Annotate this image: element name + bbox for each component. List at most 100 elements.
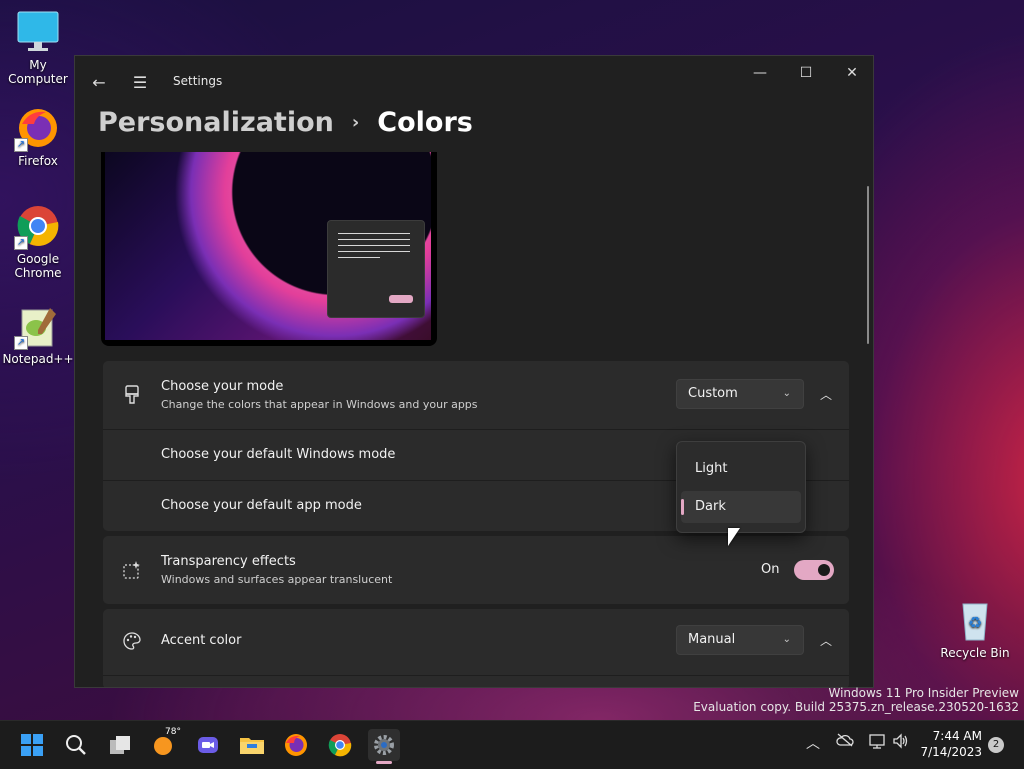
desktop-icon-label: Google Chrome: [14, 252, 62, 280]
start-button[interactable]: [16, 729, 48, 761]
desktop-icon-my-computer[interactable]: My Computer: [0, 10, 76, 86]
preview-accent-button: [389, 295, 413, 303]
desktop-icon-label: Firefox: [18, 154, 58, 168]
chevron-down-icon: ⌄: [782, 634, 791, 645]
clock-date: 7/14/2023: [920, 745, 982, 759]
volume-button[interactable]: [892, 733, 910, 753]
chrome-icon: ↗: [14, 204, 60, 250]
settings-content[interactable]: Choose your mode Change the colors that …: [75, 152, 871, 687]
weather-temp: 78°: [165, 727, 181, 737]
transparency-icon: [121, 559, 143, 581]
desktop-icon-firefox[interactable]: ↗ Firefox: [0, 106, 76, 168]
evaluation-watermark: Windows 11 Pro Insider Preview Evaluatio…: [693, 686, 1019, 714]
mode-title: Choose your mode: [161, 379, 284, 394]
notepad-plus-plus-icon: ↗: [14, 304, 60, 350]
chevron-right-icon: ›: [351, 111, 360, 133]
shortcut-arrow-icon: ↗: [14, 336, 28, 350]
chrome-icon: [328, 734, 352, 757]
speaker-icon: [893, 733, 908, 749]
maximize-button[interactable]: ☐: [783, 56, 829, 90]
video-chat-icon: [198, 737, 218, 753]
svg-text:♻: ♻: [968, 613, 982, 632]
shortcut-arrow-icon: ↗: [14, 138, 28, 152]
onedrive-button[interactable]: [836, 733, 854, 751]
task-view-button[interactable]: [104, 729, 136, 761]
transparency-subtitle: Windows and surfaces appear translucent: [161, 573, 393, 586]
chevron-up-icon: ︿: [819, 633, 832, 648]
windows-logo-icon: [21, 734, 43, 756]
recycle-bin-icon: ♻: [953, 598, 997, 642]
app-mode-label: Choose your default app mode: [161, 498, 362, 513]
toggle-knob: [818, 564, 830, 576]
accent-dropdown[interactable]: Manual ⌄: [676, 625, 804, 655]
accent-collapse-button[interactable]: ︿: [812, 626, 840, 654]
tray-overflow-button[interactable]: ︿: [806, 733, 820, 753]
firefox-taskbar-button[interactable]: [280, 729, 312, 761]
option-dark[interactable]: Dark: [681, 491, 801, 523]
close-button[interactable]: ✕: [829, 56, 873, 90]
watermark-line2: Evaluation copy. Build 25375.zn_release.…: [693, 700, 1019, 714]
desktop-icon-notepad-plus-plus[interactable]: ↗ Notepad++: [0, 304, 76, 366]
mode-dropdown-value: Custom: [688, 386, 738, 401]
scrollbar[interactable]: [867, 186, 869, 344]
accent-title: Accent color: [161, 633, 242, 648]
windows-mode-label: Choose your default Windows mode: [161, 447, 396, 462]
minimize-button[interactable]: —: [737, 56, 783, 90]
settings-window: ← ☰ Settings — ☐ ✕ Personalization › Col…: [74, 55, 874, 688]
chevron-up-icon: ︿: [819, 387, 832, 402]
close-icon: ✕: [846, 65, 858, 81]
clock-time: 7:44 AM: [932, 729, 982, 743]
breadcrumb-personalization[interactable]: Personalization: [98, 107, 334, 138]
clock-button[interactable]: 7:44 AM 7/14/2023: [918, 728, 982, 760]
option-light[interactable]: Light: [681, 453, 801, 485]
taskbar: 78° ︿ 7:44 AM 7/14/2023 2: [0, 720, 1024, 769]
notification-badge[interactable]: 2: [988, 737, 1004, 753]
maximize-icon: ☐: [799, 65, 813, 81]
task-view-icon: [110, 736, 130, 754]
mode-dropdown[interactable]: Custom ⌄: [676, 379, 804, 409]
watermark-line1: Windows 11 Pro Insider Preview: [828, 686, 1019, 700]
window-title: Settings: [173, 74, 223, 88]
transparency-state: On: [761, 562, 780, 577]
preview-wallpaper: [105, 152, 431, 340]
chrome-taskbar-button[interactable]: [324, 729, 356, 761]
back-button[interactable]: ←: [85, 68, 113, 96]
minimize-icon: —: [753, 65, 767, 81]
accent-dropdown-value: Manual: [688, 632, 736, 647]
search-button[interactable]: [60, 729, 92, 761]
breadcrumb: Personalization › Colors: [98, 104, 473, 140]
accent-card[interactable]: Accent color Manual ⌄ ︿: [103, 609, 849, 687]
menu-button[interactable]: ☰: [126, 68, 154, 96]
paintbrush-icon: [121, 384, 143, 406]
settings-taskbar-button[interactable]: [368, 729, 400, 761]
mode-subtitle: Change the colors that appear in Windows…: [161, 398, 478, 411]
transparency-card[interactable]: Transparency effects Windows and surface…: [103, 536, 849, 604]
firefox-icon: [285, 734, 307, 756]
transparency-toggle[interactable]: [794, 560, 834, 580]
teams-button[interactable]: [192, 729, 224, 761]
chevron-up-icon: ︿: [806, 736, 820, 752]
title-bar: ← ☰ Settings — ☐ ✕: [75, 56, 873, 104]
mode-collapse-button[interactable]: ︿: [812, 380, 840, 408]
mouse-cursor: [728, 528, 740, 546]
gear-icon: [374, 735, 394, 755]
desktop-icon-label: My Computer: [8, 58, 68, 86]
desktop-icon-label: Recycle Bin: [940, 646, 1010, 660]
theme-preview: [101, 152, 437, 346]
weather-widget[interactable]: 78°: [148, 727, 181, 761]
desktop-icon-label: Notepad++: [2, 352, 74, 366]
desktop-icon-chrome[interactable]: ↗ Google Chrome: [0, 204, 76, 280]
firefox-icon: ↗: [14, 106, 60, 152]
arrow-left-icon: ←: [92, 72, 106, 92]
file-explorer-button[interactable]: [236, 729, 268, 761]
chevron-down-icon: ⌄: [782, 388, 791, 399]
network-button[interactable]: [868, 733, 886, 753]
network-icon: [869, 734, 885, 749]
palette-icon: [121, 630, 143, 652]
preview-mini-window: [327, 220, 425, 318]
hamburger-icon: ☰: [132, 72, 148, 92]
desktop-icon-recycle-bin[interactable]: ♻ Recycle Bin: [937, 598, 1013, 660]
transparency-title: Transparency effects: [161, 554, 296, 569]
shortcut-arrow-icon: ↗: [14, 236, 28, 250]
mode-row[interactable]: Choose your mode Change the colors that …: [103, 361, 849, 429]
